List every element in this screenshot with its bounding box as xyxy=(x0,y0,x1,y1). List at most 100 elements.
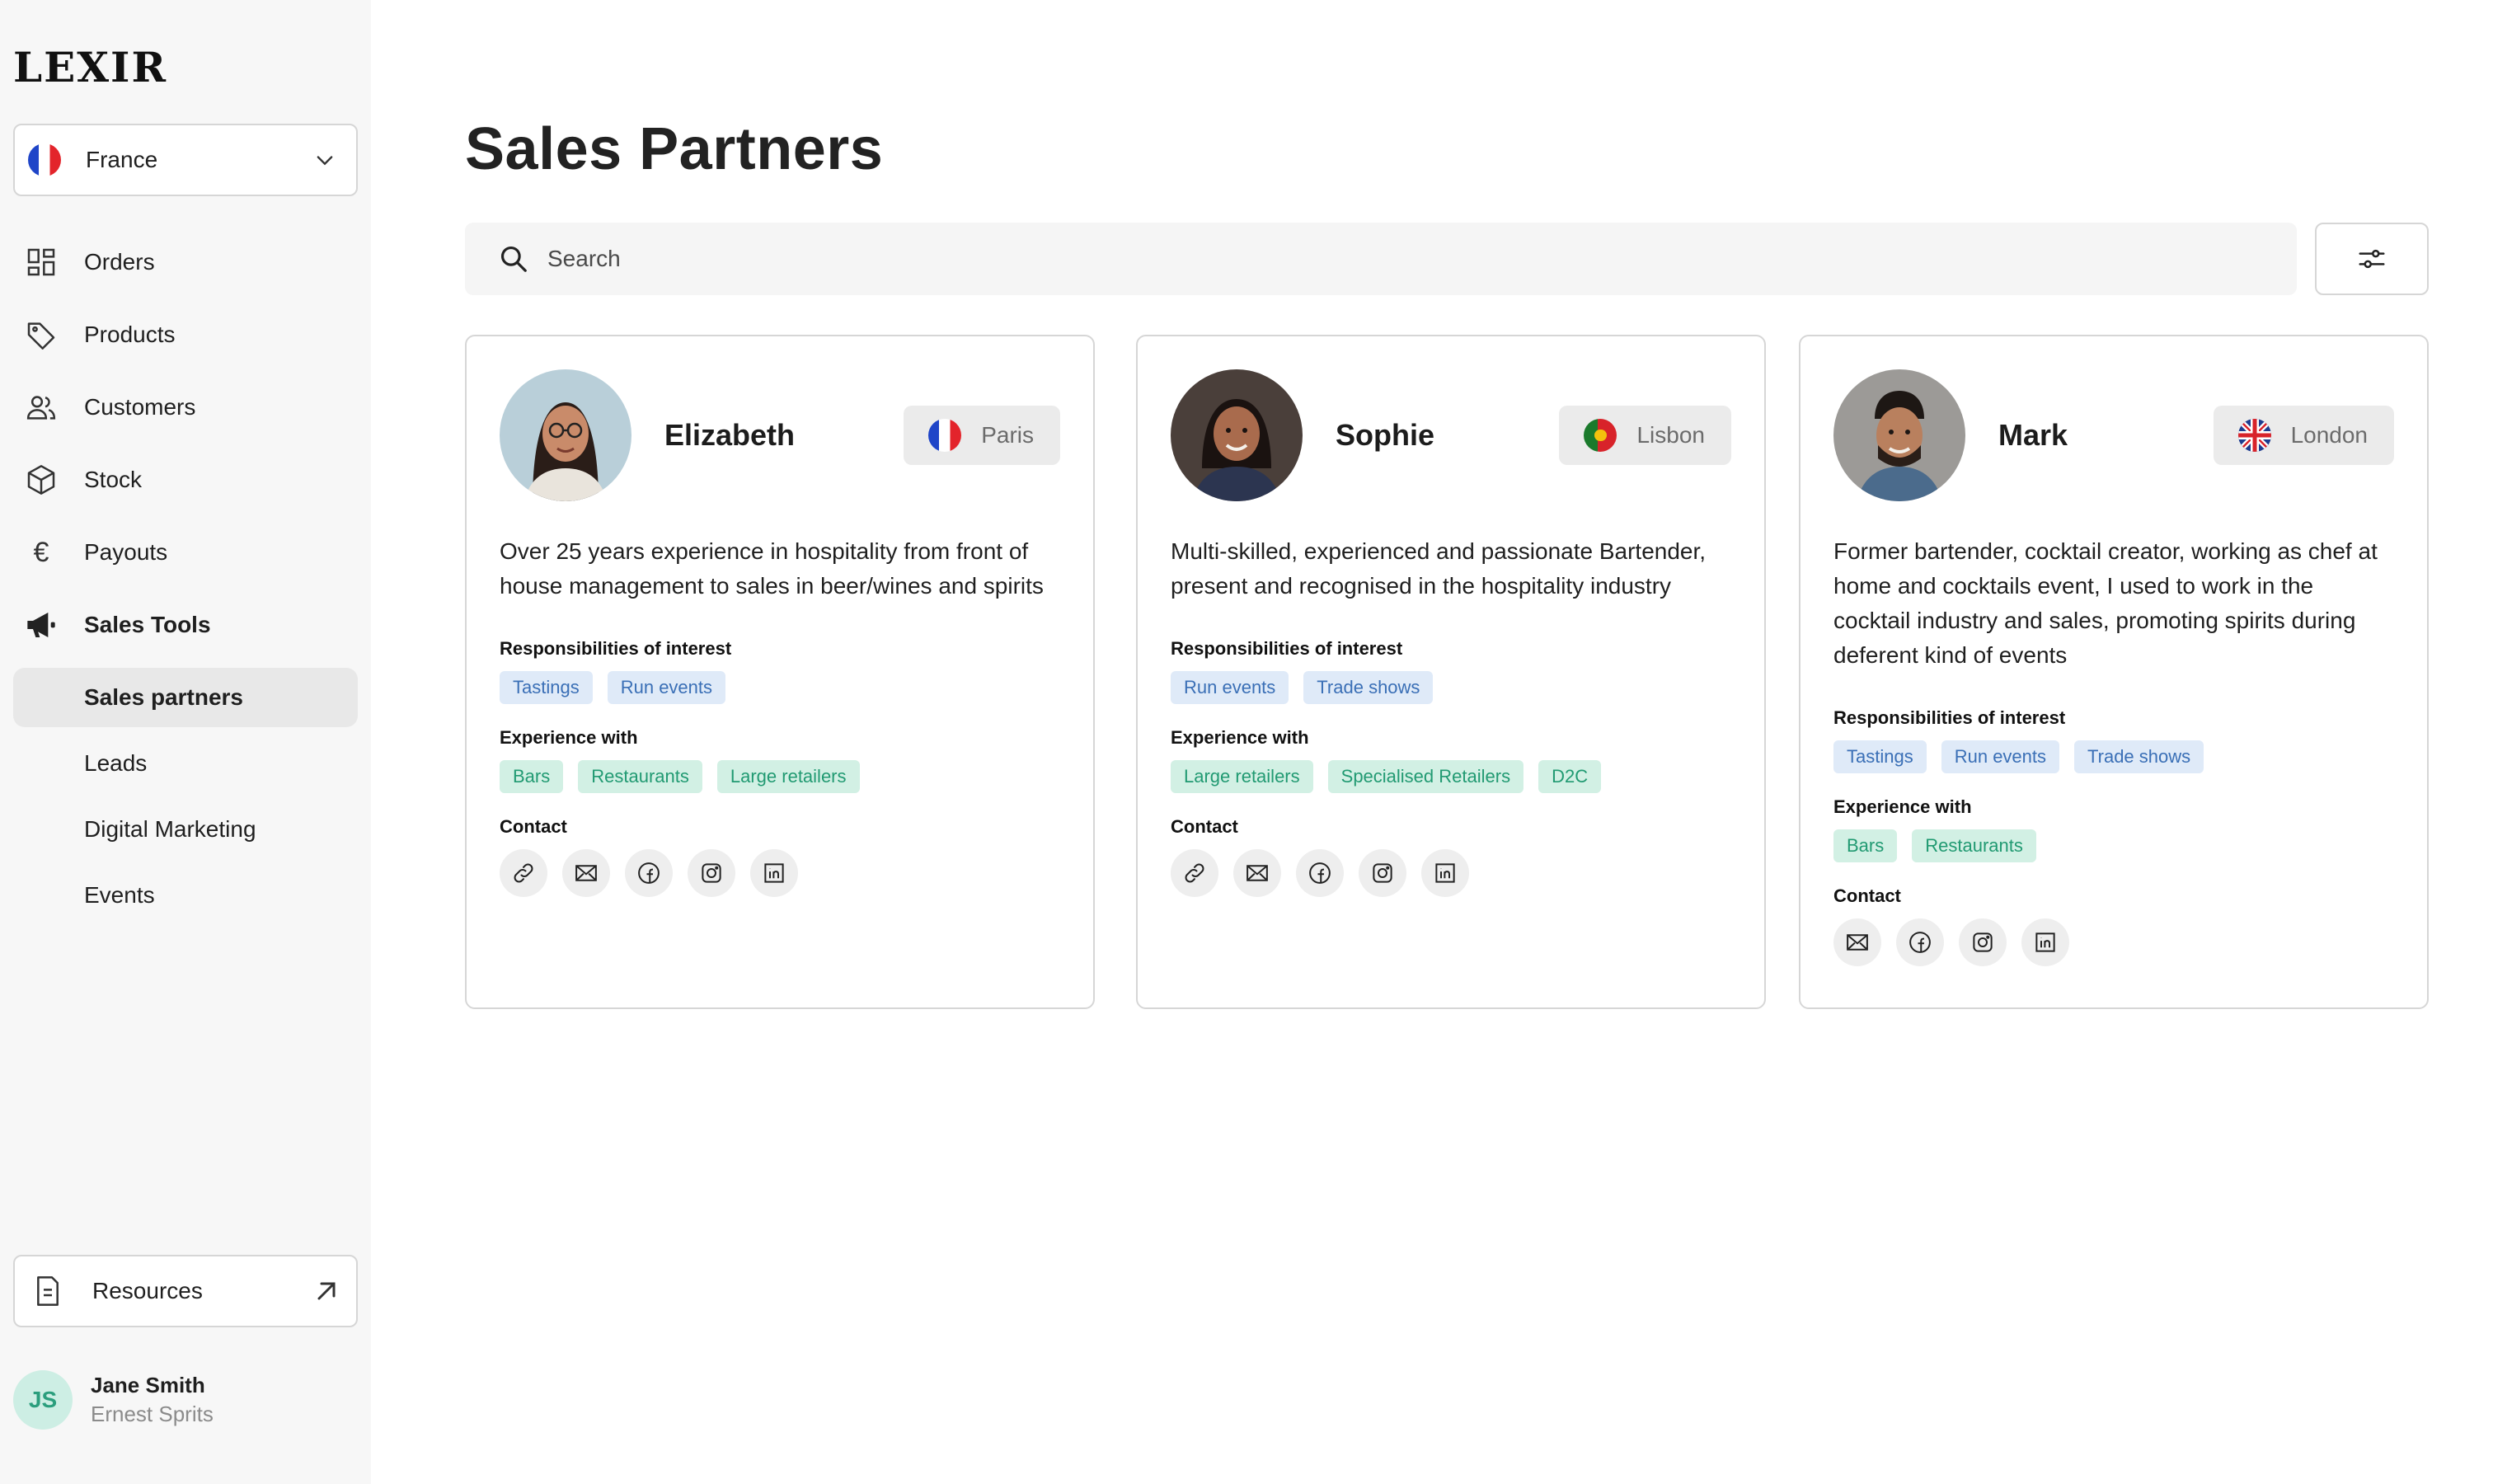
nav-label: Payouts xyxy=(84,539,168,565)
instagram-button[interactable] xyxy=(1959,918,2007,966)
nav-label: Products xyxy=(84,322,176,347)
search-icon xyxy=(500,246,527,272)
city-badge: London xyxy=(2213,406,2394,465)
france-flag-icon xyxy=(928,419,962,452)
nav-item-stock[interactable]: Stock xyxy=(13,450,358,510)
link-button[interactable] xyxy=(1171,849,1218,897)
instagram-icon xyxy=(1973,932,1993,952)
responsibility-tag: Tastings xyxy=(500,671,593,704)
lexir-logo[interactable]: LEXIR xyxy=(13,43,167,92)
user-org: Ernest Sprits xyxy=(91,1402,214,1426)
experience-tag: D2C xyxy=(1538,760,1602,793)
facebook-button[interactable] xyxy=(1896,918,1944,966)
dashboard-icon xyxy=(25,246,58,279)
partner-bio: Former bartender, cocktail creator, work… xyxy=(1833,538,2378,668)
document-icon xyxy=(37,1276,59,1306)
responsibility-tag: Run events xyxy=(1941,740,2060,773)
city-badge: Lisbon xyxy=(1559,406,1731,465)
instagram-button[interactable] xyxy=(1359,849,1406,897)
chevron-down-icon xyxy=(317,156,333,166)
responsibilities-tags: Tastings Run events xyxy=(500,671,1060,704)
search-bar[interactable] xyxy=(465,223,2297,295)
page-title: Sales Partners xyxy=(465,116,884,182)
user-profile[interactable]: JS Jane Smith Ernest Sprits xyxy=(13,1370,214,1430)
responsibility-tag: Run events xyxy=(607,671,726,704)
partner-card[interactable]: Elizabeth Paris Over 25 years experience… xyxy=(465,335,1095,1009)
facebook-icon xyxy=(638,862,660,884)
email-button[interactable] xyxy=(1233,849,1281,897)
contact-buttons xyxy=(500,849,1060,897)
responsibilities-heading: Responsibilities of interest xyxy=(500,638,732,659)
filter-button[interactable] xyxy=(2315,223,2429,295)
nav-label: Customers xyxy=(84,394,196,420)
resources-label: Resources xyxy=(92,1278,203,1303)
experience-tag: Large retailers xyxy=(1171,760,1313,793)
partner-card[interactable]: Sophie Lisbon Multi-skilled, experienced… xyxy=(1136,335,1766,1009)
nav-item-products[interactable]: Products xyxy=(13,305,358,364)
responsibilities-tags: Tastings Run events Trade shows xyxy=(1833,740,2394,773)
instagram-icon xyxy=(1373,863,1392,883)
nav-item-customers[interactable]: Customers xyxy=(13,378,358,437)
partner-photo xyxy=(1833,369,1965,501)
partner-photo xyxy=(500,369,631,501)
contact-heading: Contact xyxy=(1833,885,1901,906)
city-badge: Paris xyxy=(904,406,1060,465)
responsibility-tag: Tastings xyxy=(1833,740,1927,773)
sub-item-events[interactable]: Events xyxy=(13,866,358,925)
sub-item-leads[interactable]: Leads xyxy=(13,734,358,793)
link-button[interactable] xyxy=(500,849,547,897)
city-label: Paris xyxy=(981,422,1034,448)
instagram-icon xyxy=(702,863,721,883)
partner-name: Mark xyxy=(1998,418,2068,452)
experience-tag: Specialised Retailers xyxy=(1327,760,1524,793)
nav-label: Orders xyxy=(84,249,155,275)
facebook-button[interactable] xyxy=(625,849,673,897)
euro-icon: € xyxy=(33,536,49,568)
contact-heading: Contact xyxy=(500,816,567,837)
responsibilities-tags: Run events Trade shows xyxy=(1171,671,1731,704)
country-select[interactable]: France xyxy=(13,124,358,196)
sub-item-sales-partners[interactable]: Sales partners xyxy=(13,668,358,727)
partner-name: Sophie xyxy=(1336,418,1435,452)
email-button[interactable] xyxy=(562,849,610,897)
nav-item-payouts[interactable]: € Payouts xyxy=(13,523,358,582)
experience-heading: Experience with xyxy=(1833,796,1972,817)
nav-label: Sales Tools xyxy=(84,612,211,637)
sidebar: LEXIR France Orders Products Customers S… xyxy=(0,0,371,1484)
facebook-button[interactable] xyxy=(1296,849,1344,897)
france-flag-icon xyxy=(28,143,61,176)
partner-name: Elizabeth xyxy=(664,418,796,452)
link-icon xyxy=(514,863,533,883)
responsibilities-heading: Responsibilities of interest xyxy=(1171,638,1403,659)
megaphone-icon xyxy=(25,608,58,641)
experience-tag: Large retailers xyxy=(716,760,860,793)
partner-photo xyxy=(1171,369,1303,501)
external-link-icon xyxy=(317,1282,336,1300)
linkedin-button[interactable] xyxy=(750,849,798,897)
experience-tags: Bars Restaurants xyxy=(1833,829,2394,862)
city-label: Lisbon xyxy=(1636,422,1705,448)
city-label: London xyxy=(2290,422,2368,448)
experience-tag: Restaurants xyxy=(578,760,702,793)
partner-bio: Over 25 years experience in hospitality … xyxy=(500,538,1044,599)
partner-card[interactable]: Mark London Former bartender, cocktail c… xyxy=(1799,335,2429,1009)
sub-item-digital-marketing[interactable]: Digital Marketing xyxy=(13,800,358,859)
main-nav: Orders Products Customers Stock € Payout… xyxy=(13,232,358,932)
email-button[interactable] xyxy=(1833,918,1881,966)
nav-item-sales-tools[interactable]: Sales Tools xyxy=(13,595,358,655)
linkedin-button[interactable] xyxy=(2021,918,2069,966)
partner-bio: Multi-skilled, experienced and passionat… xyxy=(1171,538,1707,599)
contact-buttons xyxy=(1171,849,1731,897)
box-icon xyxy=(25,463,58,496)
experience-tag: Bars xyxy=(500,760,564,793)
search-input[interactable] xyxy=(547,246,2114,272)
linkedin-icon xyxy=(2035,932,2055,952)
linkedin-icon xyxy=(764,863,784,883)
nav-item-orders[interactable]: Orders xyxy=(13,232,358,292)
mail-icon xyxy=(1847,934,1868,951)
linkedin-button[interactable] xyxy=(1421,849,1469,897)
resources-button[interactable]: Resources xyxy=(13,1255,358,1327)
user-name: Jane Smith xyxy=(91,1373,205,1397)
instagram-button[interactable] xyxy=(688,849,735,897)
sliders-icon xyxy=(2359,249,2385,269)
